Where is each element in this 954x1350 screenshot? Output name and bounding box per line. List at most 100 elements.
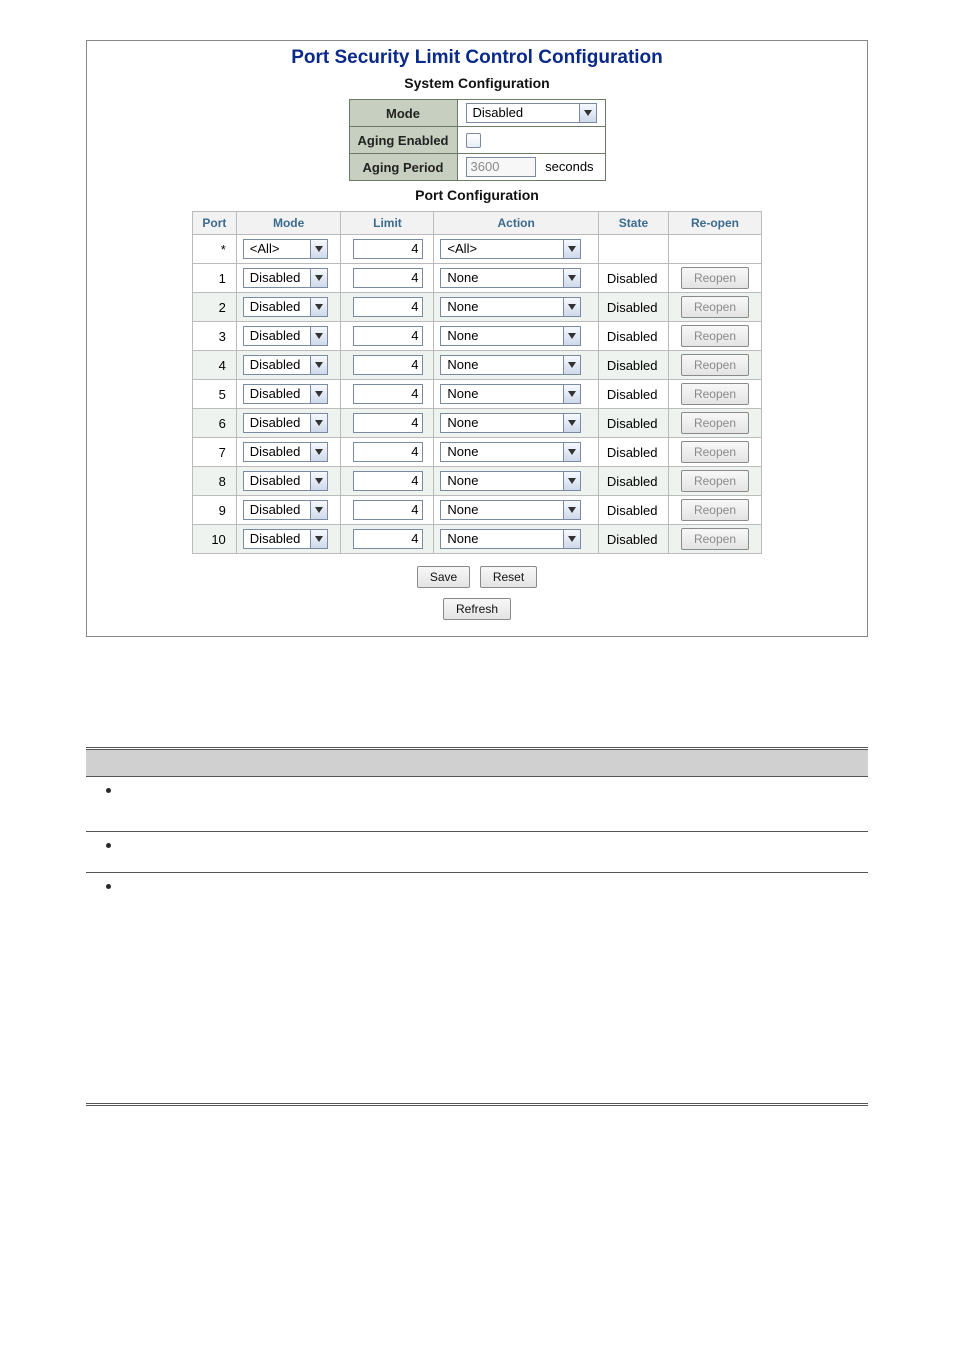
reopen-button[interactable]: Reopen (681, 528, 749, 550)
action-select[interactable]: None (440, 413, 581, 433)
table-row: 8Disabled4NoneDisabledReopen (193, 467, 762, 496)
mode-select[interactable]: Disabled (243, 268, 328, 288)
description-row (86, 872, 868, 1103)
bullet-icon (106, 884, 111, 889)
limit-input[interactable]: 4 (353, 529, 423, 549)
state-cell: Disabled (598, 525, 668, 554)
panel-title: Port Security Limit Control Configuratio… (95, 47, 859, 69)
limit-input[interactable]: 4 (353, 500, 423, 520)
bullet-icon (106, 843, 111, 848)
state-cell: Disabled (598, 293, 668, 322)
mode-select-value: Disabled (243, 355, 310, 375)
action-select-value: None (440, 326, 563, 346)
mode-select[interactable]: Disabled (243, 413, 328, 433)
chevron-down-icon (310, 529, 328, 549)
reset-button[interactable]: Reset (480, 566, 537, 588)
mode-select[interactable]: Disabled (243, 326, 328, 346)
action-select-value: None (440, 442, 563, 462)
action-select[interactable]: None (440, 442, 581, 462)
mode-select[interactable]: Disabled (243, 500, 328, 520)
mode-select-value: Disabled (243, 384, 310, 404)
limit-input[interactable]: 4 (353, 355, 423, 375)
mode-select-value: Disabled (243, 413, 310, 433)
mode-select[interactable]: Disabled (243, 297, 328, 317)
description-table (86, 747, 868, 1106)
state-cell: Disabled (598, 467, 668, 496)
action-select[interactable]: None (440, 471, 581, 491)
chevron-down-icon (563, 442, 581, 462)
reopen-button[interactable]: Reopen (681, 296, 749, 318)
aging-enabled-checkbox[interactable] (466, 133, 481, 148)
chevron-down-icon (563, 326, 581, 346)
port-cell: 2 (193, 293, 237, 322)
chevron-down-icon (310, 413, 328, 433)
mode-select[interactable]: Disabled (243, 442, 328, 462)
reopen-button[interactable]: Reopen (681, 470, 749, 492)
table-row: 9Disabled4NoneDisabledReopen (193, 496, 762, 525)
action-select[interactable]: None (440, 500, 581, 520)
state-cell: Disabled (598, 496, 668, 525)
limit-input[interactable]: 4 (353, 442, 423, 462)
chevron-down-icon (310, 268, 328, 288)
aging-period-unit: seconds (545, 159, 593, 174)
action-select[interactable]: None (440, 268, 581, 288)
chevron-down-icon (563, 268, 581, 288)
chevron-down-icon (310, 471, 328, 491)
port-cell: 5 (193, 380, 237, 409)
system-config-heading: System Configuration (95, 75, 859, 91)
chevron-down-icon (579, 103, 597, 123)
action-select[interactable]: None (440, 297, 581, 317)
chevron-down-icon (310, 442, 328, 462)
chevron-down-icon (563, 413, 581, 433)
limit-input[interactable]: 4 (353, 471, 423, 491)
chevron-down-icon (563, 471, 581, 491)
bullet-icon (106, 788, 111, 793)
description-row (86, 831, 868, 872)
port-cell: 3 (193, 322, 237, 351)
aging-period-input[interactable]: 3600 (466, 157, 536, 177)
limit-input[interactable]: 4 (353, 326, 423, 346)
mode-label: Mode (349, 100, 457, 127)
mode-select[interactable]: Disabled (243, 384, 328, 404)
action-select-value: None (440, 413, 563, 433)
reopen-button[interactable]: Reopen (681, 499, 749, 521)
limit-input-wild[interactable]: 4 (353, 239, 423, 259)
mode-select[interactable]: Disabled (243, 471, 328, 491)
mode-select-value: Disabled (243, 529, 310, 549)
state-cell: Disabled (598, 264, 668, 293)
mode-select-value: Disabled (466, 103, 579, 123)
mode-select-value: Disabled (243, 268, 310, 288)
reopen-button[interactable]: Reopen (681, 354, 749, 376)
mode-select[interactable]: Disabled (243, 355, 328, 375)
action-select-value: None (440, 500, 563, 520)
action-select[interactable]: None (440, 326, 581, 346)
action-select-value: None (440, 268, 563, 288)
reopen-button[interactable]: Reopen (681, 412, 749, 434)
port-cell: 4 (193, 351, 237, 380)
state-cell: Disabled (598, 351, 668, 380)
action-select[interactable]: None (440, 529, 581, 549)
mode-select[interactable]: Disabled (243, 529, 328, 549)
chevron-down-icon (563, 384, 581, 404)
state-cell: Disabled (598, 438, 668, 467)
table-row: 4 Disabled 4 None Disabled Reopen (193, 351, 762, 380)
mode-select-wild[interactable]: <All> (243, 239, 328, 259)
limit-input[interactable]: 4 (353, 297, 423, 317)
reopen-button[interactable]: Reopen (681, 441, 749, 463)
action-select[interactable]: None (440, 384, 581, 404)
reopen-button[interactable]: Reopen (681, 383, 749, 405)
limit-input[interactable]: 4 (353, 384, 423, 404)
action-select[interactable]: None (440, 355, 581, 375)
save-button[interactable]: Save (417, 566, 470, 588)
col-mode: Mode (236, 212, 341, 235)
reopen-button[interactable]: Reopen (681, 267, 749, 289)
limit-input[interactable]: 4 (353, 268, 423, 288)
refresh-button[interactable]: Refresh (443, 598, 511, 620)
action-select-value: None (440, 384, 563, 404)
action-select-value: None (440, 355, 563, 375)
action-select-wild[interactable]: <All> (440, 239, 581, 259)
config-panel: Port Security Limit Control Configuratio… (86, 40, 868, 637)
reopen-button[interactable]: Reopen (681, 325, 749, 347)
mode-select[interactable]: Disabled (466, 103, 597, 123)
limit-input[interactable]: 4 (353, 413, 423, 433)
